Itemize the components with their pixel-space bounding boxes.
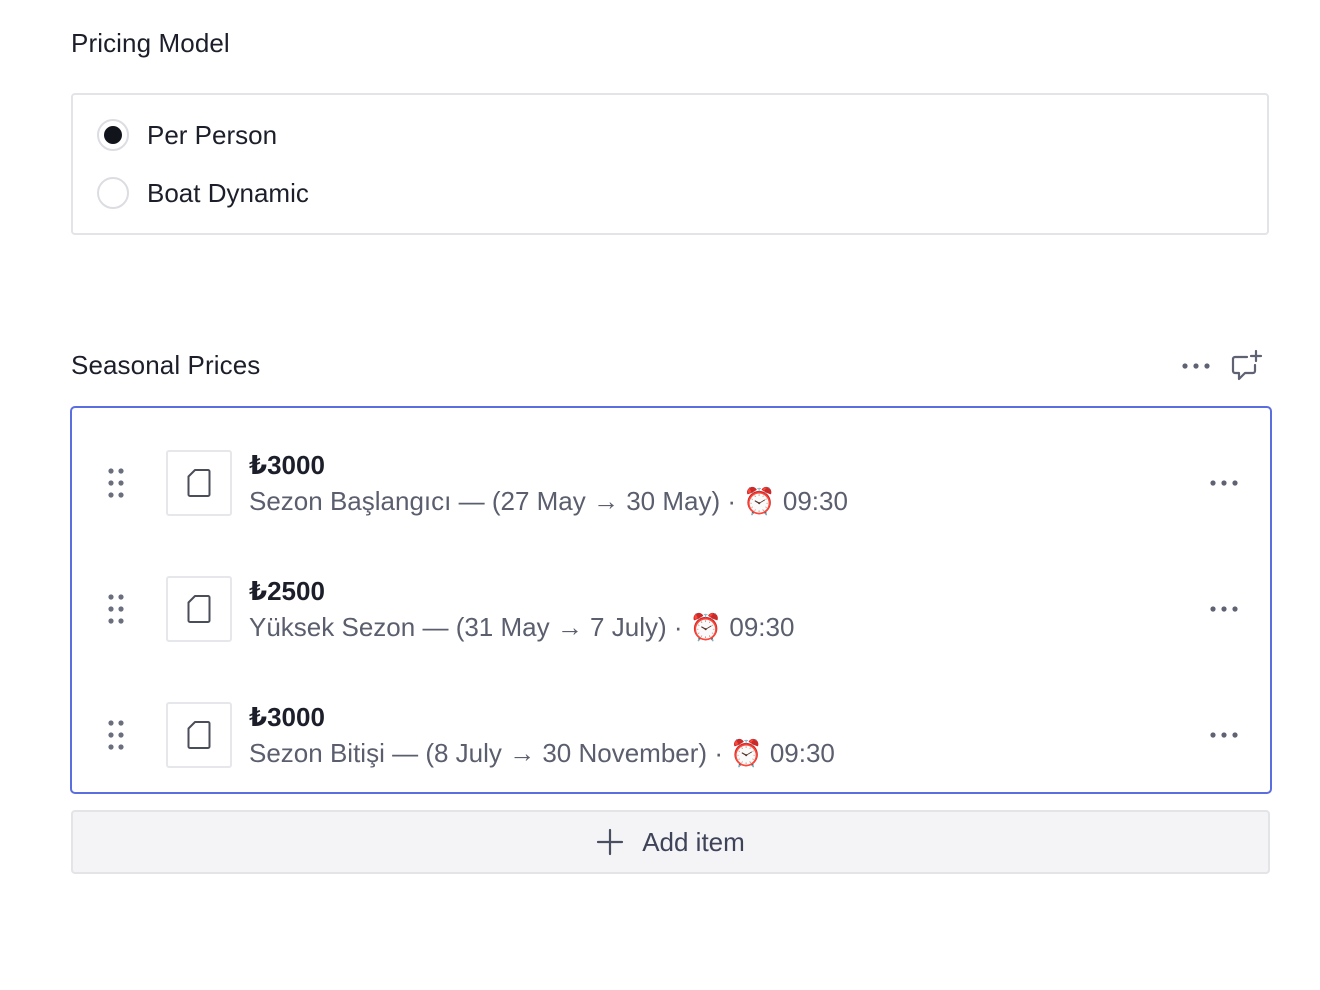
more-icon xyxy=(1210,606,1238,612)
item-thumbnail xyxy=(166,450,232,516)
item-more-button[interactable] xyxy=(1204,718,1244,752)
drag-handle-icon xyxy=(108,468,124,498)
separator-dash: — xyxy=(422,612,456,642)
item-subtitle: Sezon Başlangıcı — (27 May → 30 May) · ⏰… xyxy=(249,486,848,517)
item-thumbnail xyxy=(166,576,232,642)
drag-handle-icon xyxy=(108,594,124,624)
item-season-name: Sezon Başlangıcı xyxy=(249,486,452,516)
item-more-button[interactable] xyxy=(1204,592,1244,626)
separator-dash: — xyxy=(458,486,492,516)
list-item[interactable]: ₺3000 Sezon Başlangıcı — (27 May → 30 Ma… xyxy=(72,414,1270,540)
radio-label: Per Person xyxy=(147,119,278,150)
item-season-name: Sezon Bitişi xyxy=(249,738,385,768)
item-season-name: Yüksek Sezon xyxy=(249,612,416,642)
separator-dot: · xyxy=(727,486,744,516)
field-more-button[interactable] xyxy=(1176,346,1216,386)
item-date-range: (8 July → 30 November) xyxy=(425,738,708,768)
radio-option-per-person[interactable]: Per Person xyxy=(97,119,277,151)
item-subtitle: Sezon Bitişi — (8 July → 30 November) · … xyxy=(249,738,835,769)
more-icon xyxy=(1182,363,1210,369)
item-time: 09:30 xyxy=(782,486,848,516)
add-item-label: Add item xyxy=(642,826,745,857)
item-thumbnail xyxy=(166,702,232,768)
list-item[interactable]: ₺3000 Sezon Bitişi — (8 July → 30 Novemb… xyxy=(72,666,1270,792)
drag-handle[interactable] xyxy=(106,592,126,626)
drag-handle-icon xyxy=(108,720,124,750)
more-icon xyxy=(1210,480,1238,486)
item-price: ₺3000 xyxy=(249,702,325,732)
item-date-range: (27 May → 30 May) xyxy=(491,486,721,516)
item-time: 09:30 xyxy=(729,612,795,642)
separator-dash: — xyxy=(392,738,426,768)
plus-icon xyxy=(597,828,624,856)
radio-button[interactable] xyxy=(97,177,129,209)
drag-handle[interactable] xyxy=(106,718,126,752)
radio-button-selected[interactable] xyxy=(97,119,129,151)
pricing-model-label: Pricing Model xyxy=(71,28,230,58)
document-icon xyxy=(187,469,211,497)
page: Pricing Model Per Person Boat Dynamic Se… xyxy=(0,0,1320,990)
list-item[interactable]: ₺2500 Yüksek Sezon — (31 May → 7 July) ·… xyxy=(72,540,1270,666)
item-more-button[interactable] xyxy=(1204,466,1244,500)
drag-handle[interactable] xyxy=(106,466,126,500)
radio-selected-dot xyxy=(104,126,122,144)
add-comment-button[interactable] xyxy=(1226,346,1266,386)
radio-label: Boat Dynamic xyxy=(147,177,309,208)
pricing-model-radio-group: Per Person Boat Dynamic xyxy=(71,93,1269,235)
alarm-clock-icon: ⏰ xyxy=(730,738,763,768)
seasonal-prices-label: Seasonal Prices xyxy=(71,350,261,380)
item-price: ₺3000 xyxy=(249,450,325,480)
separator-dot: · xyxy=(673,612,690,642)
separator-dot: · xyxy=(714,738,731,768)
more-icon xyxy=(1210,732,1238,738)
item-price: ₺2500 xyxy=(249,576,325,606)
item-time: 09:30 xyxy=(769,738,835,768)
item-date-range: (31 May → 7 July) xyxy=(455,612,667,642)
add-item-button[interactable]: Add item xyxy=(71,810,1270,874)
seasonal-prices-list: ₺3000 Sezon Başlangıcı — (27 May → 30 Ma… xyxy=(70,406,1272,794)
alarm-clock-icon: ⏰ xyxy=(689,612,723,642)
document-icon xyxy=(187,595,211,623)
alarm-clock-icon: ⏰ xyxy=(743,486,776,516)
item-subtitle: Yüksek Sezon — (31 May → 7 July) · ⏰ 09:… xyxy=(249,612,794,643)
add-comment-icon xyxy=(1231,349,1263,381)
radio-option-boat-dynamic[interactable]: Boat Dynamic xyxy=(97,177,309,209)
document-icon xyxy=(187,721,211,749)
